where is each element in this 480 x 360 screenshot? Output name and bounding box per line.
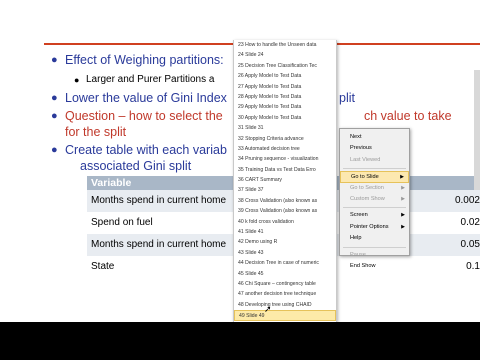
menu-item-label: Pause bbox=[350, 251, 366, 258]
menu-item-custom-show: Custom Show ▶ bbox=[340, 194, 409, 205]
bullet-dot: ● bbox=[74, 75, 80, 85]
menu-item-label: Help bbox=[350, 235, 362, 242]
bullet-gini-index: ● Lower the value of Gini Index bbox=[51, 91, 227, 106]
slide-list-item[interactable]: 30 Apply Model to Test Data bbox=[234, 113, 336, 123]
menu-item-screen[interactable]: Screen ▶ bbox=[340, 210, 409, 221]
bullet-tail-text: plit bbox=[339, 91, 355, 105]
submenu-arrow-icon: ▶ bbox=[401, 212, 405, 219]
menu-separator bbox=[343, 168, 406, 170]
submenu-arrow-icon: ▶ bbox=[401, 195, 405, 202]
sub-bullet-partitions: ● Larger and Purer Partitions a bbox=[74, 72, 215, 87]
menu-item-label: Previous bbox=[350, 145, 372, 152]
menu-item-label: Screen bbox=[350, 212, 368, 219]
slide-list-item[interactable]: 33 Automated decision tree bbox=[234, 144, 336, 154]
menu-item-go-to-slide[interactable]: Go to Slide ▶ bbox=[340, 171, 409, 183]
slide-list-item[interactable]: 23 How to handle the Unseen data bbox=[234, 40, 336, 50]
menu-item-go-to-section: Go to Section ▶ bbox=[340, 183, 409, 194]
menu-item-label: Custom Show bbox=[350, 195, 385, 202]
bullet-create-table-cont: associated Gini split bbox=[80, 159, 191, 174]
submenu-arrow-icon: ▶ bbox=[401, 184, 405, 191]
slide-list-item[interactable]: 28 Apply Model to Test Data bbox=[234, 92, 336, 102]
slide-list-item[interactable]: 26 Apply Model to Test Data bbox=[234, 71, 336, 81]
table-cell-variable: Months spend in current home bbox=[91, 195, 227, 206]
table-cell-gini: 0.02 bbox=[460, 217, 480, 228]
slide-list-item[interactable]: 41 Slide 41 bbox=[234, 227, 336, 237]
bullet-dot: ● bbox=[51, 92, 58, 104]
slide-list-item[interactable]: 39 Cross Validation (also known as bbox=[234, 206, 336, 216]
slide-list-item[interactable]: 44 Decision Tree in case of numeric bbox=[234, 258, 336, 268]
bullet-text: associated Gini split bbox=[80, 159, 192, 173]
slide-list-item[interactable]: 38 Cross Validation (also known as bbox=[234, 196, 336, 206]
bullet-weighing: ● Effect of Weighing partitions: bbox=[51, 53, 224, 68]
slide-list-item[interactable]: 40 k fold cross validation bbox=[234, 217, 336, 227]
menu-separator bbox=[343, 207, 406, 209]
menu-item-label: Pointer Options bbox=[350, 223, 389, 230]
bullet-gini-index-tail: plit bbox=[339, 91, 355, 106]
slide-list-item[interactable]: 37 Slide 37 bbox=[234, 185, 336, 195]
menu-item-label: End Show bbox=[350, 262, 376, 269]
video-frame: ● Effect of Weighing partitions: ● Large… bbox=[0, 0, 480, 360]
menu-item-next[interactable]: Next bbox=[340, 132, 409, 143]
table-cell-gini: 0.05 bbox=[460, 239, 480, 250]
slide-list-item[interactable]: 29 Apply Model to Test Data bbox=[234, 102, 336, 112]
table-cell-gini: 0.002 bbox=[454, 195, 480, 206]
bullet-text: Create table with each variab bbox=[65, 143, 227, 157]
bullet-tail-text: ch value to take bbox=[364, 109, 452, 123]
mouse-pointer-icon: ➚ bbox=[264, 304, 272, 314]
slide-list-item[interactable]: 24 Slide 24 bbox=[234, 50, 336, 60]
bullet-create-table: ● Create table with each variab bbox=[51, 143, 227, 158]
menu-item-label: Go to Slide bbox=[351, 174, 379, 181]
slide-list-item[interactable]: 32 Stopping Criteria advance bbox=[234, 134, 336, 144]
slide-list-item[interactable]: 48 Developing tree using CHAID bbox=[234, 300, 336, 310]
menu-item-label: Next bbox=[350, 134, 362, 140]
bullet-text: Lower the value of Gini Index bbox=[65, 91, 227, 105]
menu-item-help[interactable]: Help bbox=[340, 233, 409, 244]
submenu-arrow-icon: ▶ bbox=[401, 223, 405, 230]
bullet-dot: ● bbox=[51, 54, 58, 66]
slide-list-item[interactable]: 45 Slide 45 bbox=[234, 269, 336, 279]
slide-list-item[interactable]: 27 Apply Model to Test Data bbox=[234, 82, 336, 92]
table-cell-variable: State bbox=[91, 261, 115, 272]
table-cell-variable: Months spend in current home bbox=[91, 239, 227, 250]
bullet-question-cont: for the split bbox=[65, 125, 126, 140]
sub-bullet-text: Larger and Purer Partitions a bbox=[86, 74, 215, 85]
go-to-slide-submenu: 23 How to handle the Unseen data 24 Slide… bbox=[233, 40, 337, 322]
bullet-dot: ● bbox=[51, 110, 58, 122]
menu-item-pointer-options[interactable]: Pointer Options ▶ bbox=[340, 222, 409, 233]
slide-list-item[interactable]: 34 Pruning sequence - visualization bbox=[234, 154, 336, 164]
slide-list-item[interactable]: 42 Demo using R bbox=[234, 237, 336, 247]
menu-item-end-show[interactable]: End Show bbox=[340, 261, 409, 272]
slide-list-item[interactable]: 47 another decision tree technique bbox=[234, 289, 336, 299]
menu-item-label: Last Viewed bbox=[350, 156, 381, 163]
menu-item-label: Go to Section bbox=[350, 184, 384, 191]
menu-item-last-viewed: Last Viewed bbox=[340, 155, 409, 166]
bullet-question: ● Question – how to select the bbox=[51, 109, 223, 124]
bullet-dot: ● bbox=[51, 144, 58, 156]
menu-item-pause: Pause bbox=[340, 250, 409, 261]
bullet-text: Question – how to select the bbox=[65, 109, 223, 123]
slide-list-item[interactable]: 31 Slide 31 bbox=[234, 123, 336, 133]
slide-list-item[interactable]: 25 Decision Tree Classification Tec bbox=[234, 61, 336, 71]
table-cell-variable: Spend on fuel bbox=[91, 217, 153, 228]
bullet-text: Effect of Weighing partitions: bbox=[65, 53, 224, 67]
slide-list-item[interactable]: 35 Training Data vs Test Data Erro bbox=[234, 165, 336, 175]
slide-list-item[interactable]: 36 CART Summary bbox=[234, 175, 336, 185]
bullet-text: for the split bbox=[65, 125, 127, 139]
bullet-question-tail: ch value to take bbox=[364, 109, 452, 124]
slide-list-item[interactable]: 49 Slide 49 bbox=[234, 310, 336, 321]
menu-item-previous[interactable]: Previous bbox=[340, 143, 409, 154]
menu-separator bbox=[343, 246, 406, 248]
slideshow-context-menu: Next Previous Last Viewed Go to Slide ▶ Go to… bbox=[339, 128, 410, 269]
slide-list-item[interactable]: 43 Slide 43 bbox=[234, 248, 336, 258]
table-cell-gini: 0.1 bbox=[466, 261, 480, 272]
slide-list-item[interactable]: 46 Chi Square – contingency table bbox=[234, 279, 336, 289]
scrollbar[interactable] bbox=[474, 70, 480, 190]
